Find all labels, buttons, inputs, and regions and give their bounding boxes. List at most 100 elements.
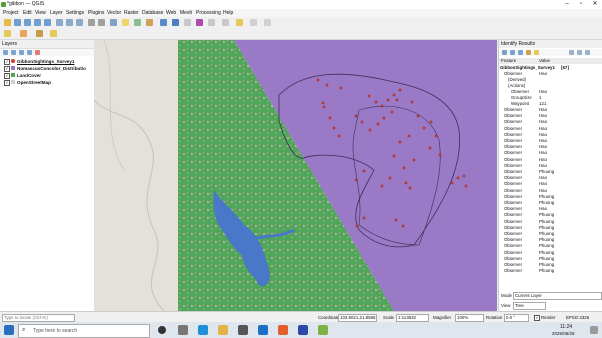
map-canvas[interactable] xyxy=(94,40,497,311)
new-map-view-icon[interactable] xyxy=(88,19,95,26)
menu-mesh[interactable]: Mesh xyxy=(180,10,192,16)
store-icon[interactable] xyxy=(238,325,248,335)
menu-layer[interactable]: Layer xyxy=(50,10,63,16)
label-icon[interactable] xyxy=(250,19,257,26)
render-checkbox[interactable]: ✓ xyxy=(534,315,540,321)
layer-item-gibbon-sightings[interactable]: ✓ GibbonSightings_Survey1 xyxy=(2,58,94,65)
layer-item-nomascus-distribution[interactable]: ✓ NomascusConcolor_Distributio xyxy=(2,65,94,72)
annotation-icon[interactable] xyxy=(236,19,243,26)
locate-input[interactable]: Type to locate (Ctrl+K) xyxy=(2,314,75,322)
remove-layer-icon[interactable] xyxy=(35,50,40,55)
ruler-icon[interactable] xyxy=(208,19,215,26)
magnifier-field[interactable]: 100% xyxy=(455,314,484,322)
zoom-layer-icon[interactable] xyxy=(44,19,51,26)
identify-mode-icon[interactable] xyxy=(577,50,582,55)
zoom-full-icon[interactable] xyxy=(34,19,41,26)
edit-icon[interactable] xyxy=(36,30,43,37)
app-b-icon[interactable] xyxy=(298,325,308,335)
measure-icon[interactable] xyxy=(134,19,141,26)
identify-settings-icon[interactable] xyxy=(585,50,590,55)
layer-label: GibbonSightings_Survey1 xyxy=(17,58,75,64)
print-icon[interactable] xyxy=(569,50,574,55)
open-style-icon[interactable] xyxy=(3,50,8,55)
coordinate-field[interactable]: 103.9021,21.8596 xyxy=(338,314,377,322)
menu-edit[interactable]: Edit xyxy=(23,10,32,16)
menu-processing[interactable]: Processing xyxy=(196,10,221,16)
zoom-out-icon[interactable] xyxy=(24,19,31,26)
select-icon[interactable] xyxy=(160,19,167,26)
collapse-tree-icon[interactable] xyxy=(510,50,515,55)
menu-view[interactable]: View xyxy=(35,10,46,16)
cortana-icon[interactable] xyxy=(158,326,166,334)
mode-select[interactable]: Current Layer xyxy=(513,292,602,300)
feature-name: Observer xyxy=(504,156,523,162)
menu-web[interactable]: Web xyxy=(166,10,176,16)
windows-start-icon[interactable] xyxy=(4,325,14,335)
qgis-taskbar-icon[interactable] xyxy=(318,325,328,335)
file-explorer-icon[interactable] xyxy=(218,325,228,335)
manage-map-themes-icon[interactable] xyxy=(19,50,24,55)
close-icon[interactable]: ✕ xyxy=(588,0,602,9)
feature-name: Observer xyxy=(504,162,523,168)
refresh-icon[interactable] xyxy=(110,19,117,26)
feature-name: Observer xyxy=(504,249,523,255)
firefox-icon[interactable] xyxy=(278,325,288,335)
edge-icon[interactable] xyxy=(198,325,208,335)
menu-vector[interactable]: Vector xyxy=(107,10,121,16)
menu-settings[interactable]: Settings xyxy=(66,10,84,16)
task-view-icon[interactable] xyxy=(178,325,188,335)
scale-field[interactable]: 1:113832 xyxy=(396,314,429,322)
map-tips-icon[interactable] xyxy=(222,19,229,26)
layer-checkbox[interactable]: ✓ xyxy=(4,80,10,86)
raster-symbol-icon xyxy=(11,73,15,77)
rotation-field[interactable]: 0.0 ° xyxy=(504,314,529,322)
identify-toolbar xyxy=(499,49,602,56)
expand-new-icon[interactable] xyxy=(518,50,523,55)
scale-label: Scale xyxy=(383,315,394,320)
feature-name: Observer xyxy=(504,125,523,131)
mail-icon[interactable] xyxy=(258,325,268,335)
statistics-icon[interactable] xyxy=(146,19,153,26)
copy-feature-icon[interactable] xyxy=(534,50,539,55)
feature-value: Phuong xyxy=(539,200,555,205)
field-calculator-icon[interactable] xyxy=(184,19,191,26)
attribute-table-icon[interactable] xyxy=(172,19,179,26)
save-edits-icon[interactable] xyxy=(50,30,57,37)
minimize-icon[interactable]: – xyxy=(560,0,574,9)
feature-value: Phuong xyxy=(539,249,555,255)
zoom-next-icon[interactable] xyxy=(76,19,83,26)
menu-raster[interactable]: Raster xyxy=(124,10,139,16)
taskbar-search-box[interactable]: Type here to search ⌕ xyxy=(18,324,150,338)
identify-icon[interactable] xyxy=(122,19,129,26)
expand-tree-icon[interactable] xyxy=(502,50,507,55)
layer-item-landcover[interactable]: ✓ LandCover xyxy=(2,72,94,79)
pan-icon[interactable] xyxy=(4,19,11,26)
new-layer-icon[interactable] xyxy=(4,30,11,37)
menu-project[interactable]: Project xyxy=(3,10,19,16)
feature-value: Hao xyxy=(539,187,548,193)
identify-result-row[interactable]: Observer Phuong xyxy=(499,268,602,274)
filter-legend-icon[interactable] xyxy=(27,50,32,55)
title-bar: *gibbon — QGIS – ▫ ✕ xyxy=(0,0,602,9)
map-drawing xyxy=(94,40,497,311)
feature-value: Hao xyxy=(539,162,548,168)
add-group-icon[interactable] xyxy=(11,50,16,55)
notifications-icon[interactable] xyxy=(590,326,598,334)
menu-plugins[interactable]: Plugins xyxy=(88,10,104,16)
feature-value: Hao xyxy=(539,125,548,131)
temporal-icon[interactable] xyxy=(98,19,105,26)
menu-database[interactable]: Database xyxy=(142,10,163,16)
feature-value: Phuong xyxy=(539,243,555,249)
text-icon[interactable] xyxy=(264,19,271,26)
zoom-last-icon[interactable] xyxy=(66,19,73,26)
layer-item-openstreetmap[interactable]: ✓ OpenStreetMap xyxy=(2,79,94,86)
zoom-in-icon[interactable] xyxy=(14,19,21,26)
view-select[interactable]: Tree xyxy=(513,302,546,310)
crs-label[interactable]: EPSG:4326 xyxy=(566,315,589,320)
menu-help[interactable]: Help xyxy=(223,10,233,16)
sum-icon[interactable] xyxy=(196,19,203,26)
clear-results-icon[interactable] xyxy=(526,50,531,55)
maximize-icon[interactable]: ▫ xyxy=(574,0,588,9)
digitize-icon[interactable] xyxy=(20,30,27,37)
zoom-selection-icon[interactable] xyxy=(56,19,63,26)
